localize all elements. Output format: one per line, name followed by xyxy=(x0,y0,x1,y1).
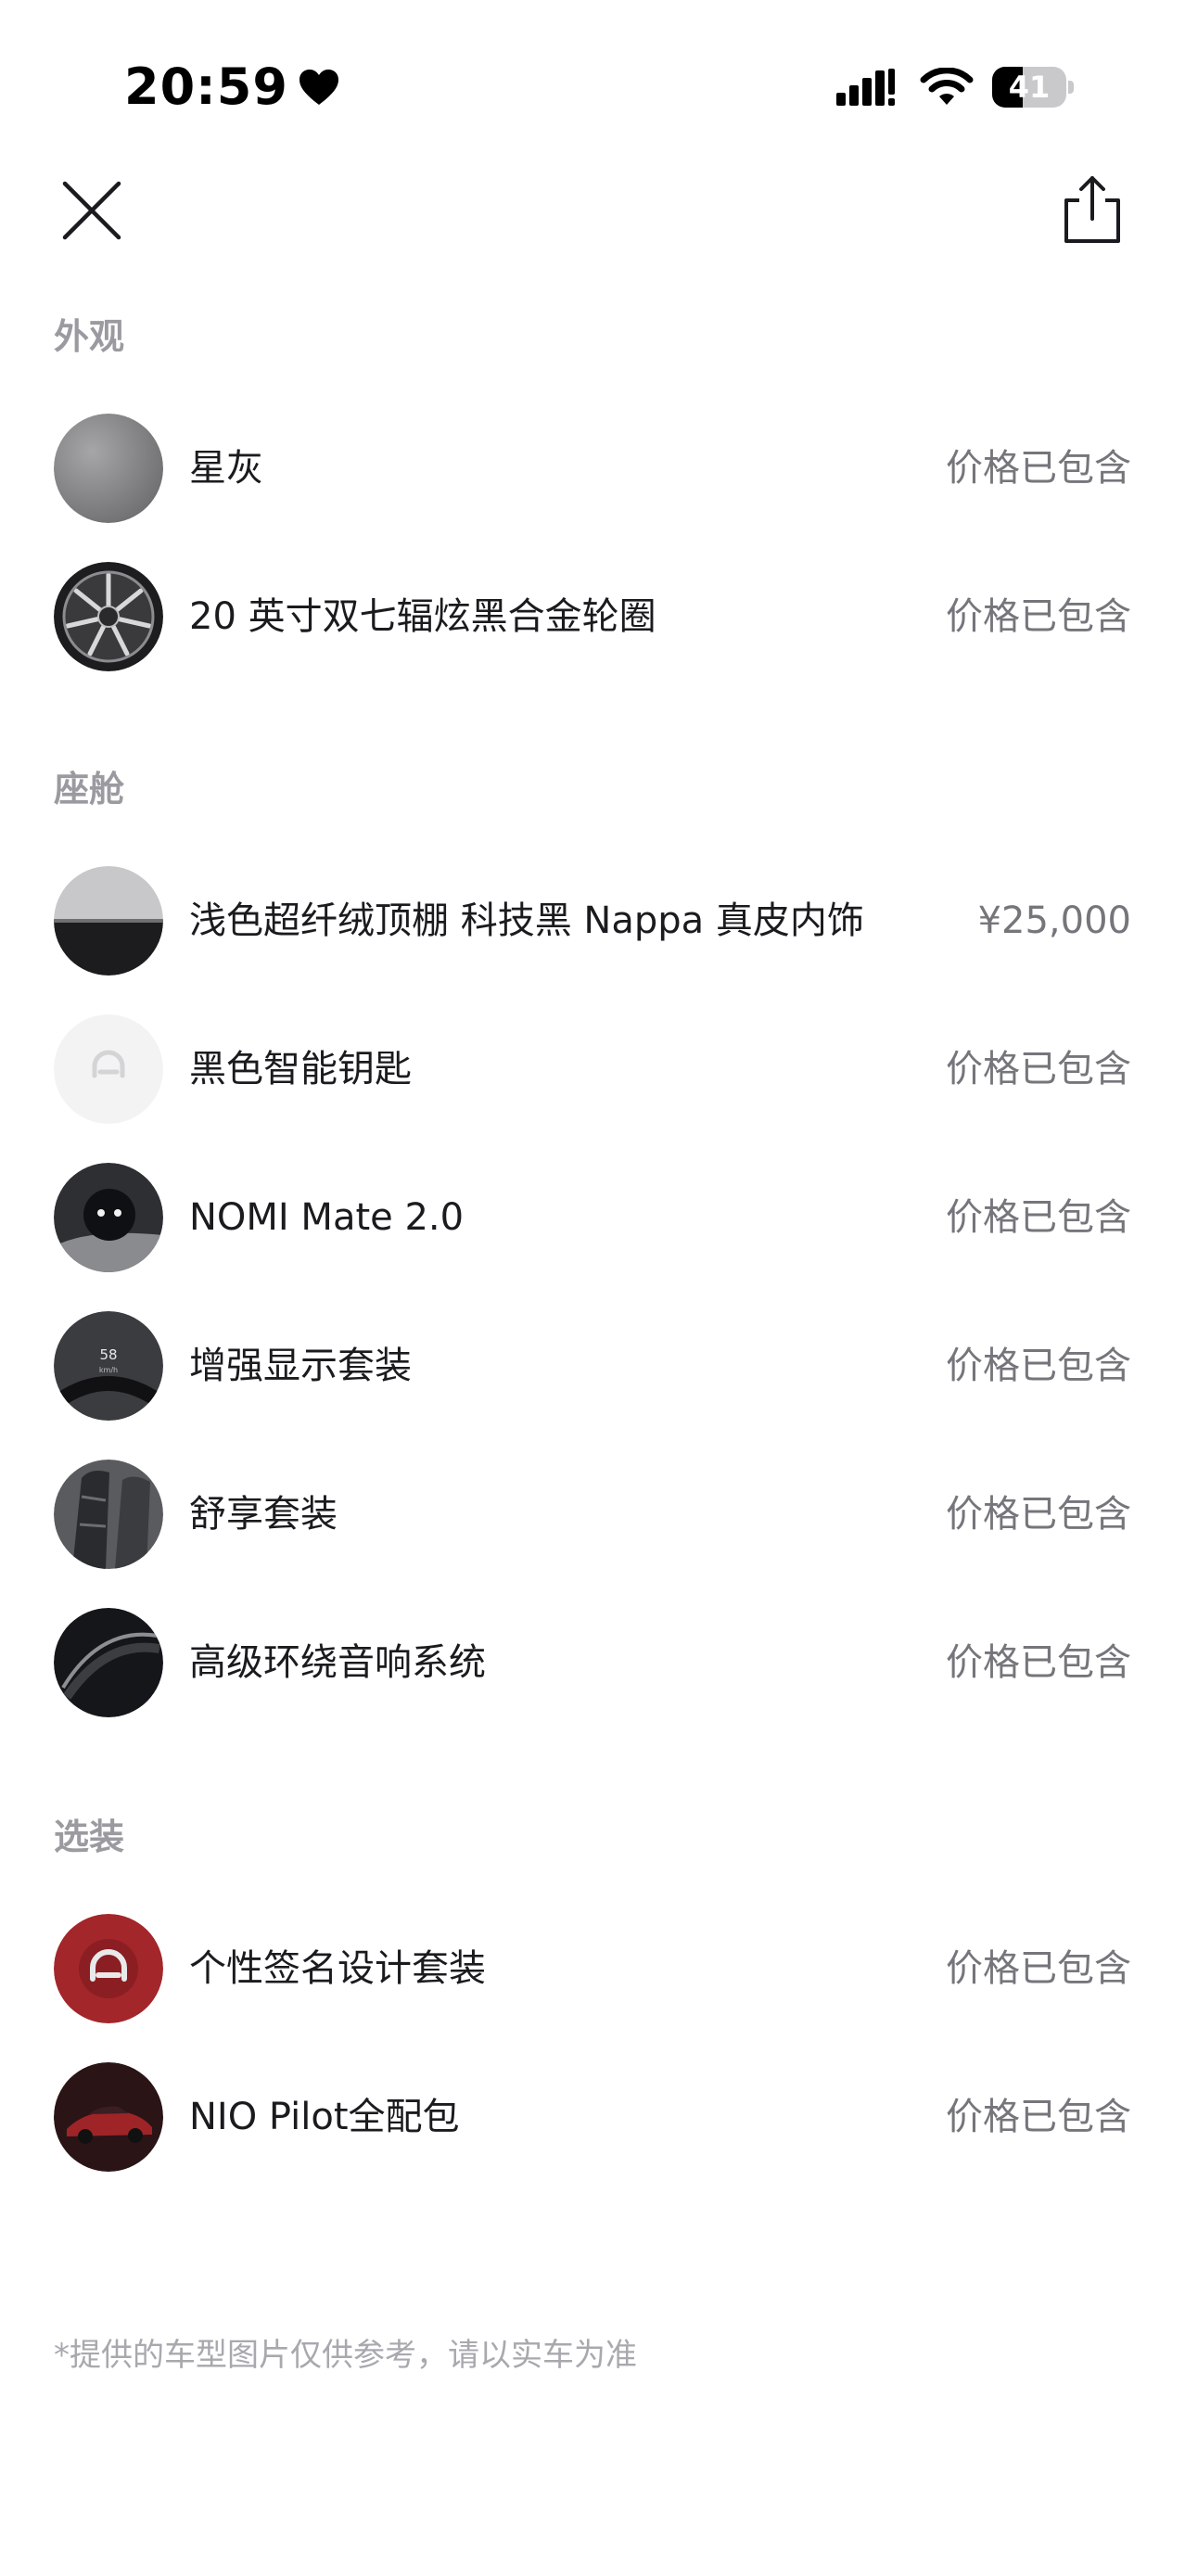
item-price: 价格已包含 xyxy=(946,1947,1131,1990)
wheel-thumbnail xyxy=(54,562,163,671)
heart-icon xyxy=(299,69,338,105)
item-price: 价格已包含 xyxy=(946,447,1131,490)
share-icon xyxy=(1064,176,1120,243)
status-bar: 20:59 41 xyxy=(0,0,1185,167)
smart-key-thumbnail xyxy=(54,1014,163,1124)
battery-level: 41 xyxy=(1008,70,1051,105)
item-price: 价格已包含 xyxy=(946,2096,1131,2138)
item-price: 价格已包含 xyxy=(946,595,1131,638)
item-label: 20 英寸双七辐炫黑合金轮圈 xyxy=(189,595,656,638)
list-item-nio-pilot[interactable]: NIO Pilot全配包 价格已包含 xyxy=(54,2062,1131,2172)
list-item-interior[interactable]: 浅色超纤绒顶棚 科技黑 Nappa 真皮内饰 ¥25,000 xyxy=(54,866,1131,976)
hud-speed-text: 58 xyxy=(99,1346,117,1363)
list-item-enhanced-display[interactable]: 58 km/h 增强显示套装 价格已包含 xyxy=(54,1311,1131,1421)
nomi-thumbnail xyxy=(54,1163,163,1272)
item-label: 黑色智能钥匙 xyxy=(189,1048,412,1090)
battery-icon: 41 xyxy=(992,67,1074,108)
list-item-comfort-package[interactable]: 舒享套装 价格已包含 xyxy=(54,1460,1131,1569)
item-label: 增强显示套装 xyxy=(189,1345,412,1387)
item-label: 个性签名设计套装 xyxy=(189,1947,486,1990)
item-label: 高级环绕音响系统 xyxy=(189,1641,486,1684)
audio-thumbnail xyxy=(54,1608,163,1717)
item-price: 价格已包含 xyxy=(946,1493,1131,1536)
item-label: NIO Pilot全配包 xyxy=(189,2096,460,2138)
item-price: ¥25,000 xyxy=(977,899,1131,942)
car-thumbnail xyxy=(54,2062,163,2172)
hud-unit-text: km/h xyxy=(99,1366,118,1374)
section-title-options: 选装 xyxy=(54,1817,125,1857)
item-price: 价格已包含 xyxy=(946,1196,1131,1239)
list-item-wheels[interactable]: 20 英寸双七辐炫黑合金轮圈 价格已包含 xyxy=(54,562,1131,671)
time-text: 20:59 xyxy=(124,57,288,116)
seat-thumbnail xyxy=(54,1460,163,1569)
status-icons: 41 xyxy=(836,65,1074,109)
item-label: 浅色超纤绒顶棚 科技黑 Nappa 真皮内饰 xyxy=(189,899,864,942)
list-item-signature-package[interactable]: 个性签名设计套装 价格已包含 xyxy=(54,1914,1131,2023)
status-time: 20:59 xyxy=(124,57,340,116)
item-price: 价格已包含 xyxy=(946,1641,1131,1684)
close-icon xyxy=(62,181,121,240)
color-swatch-thumbnail xyxy=(54,414,163,523)
signature-badge-thumbnail xyxy=(54,1914,163,2023)
wifi-icon xyxy=(920,68,974,105)
section-title-cabin: 座舱 xyxy=(54,769,125,810)
list-item-surround-audio[interactable]: 高级环绕音响系统 价格已包含 xyxy=(54,1608,1131,1717)
item-price: 价格已包含 xyxy=(946,1345,1131,1387)
item-label: 星灰 xyxy=(189,447,263,490)
item-label: 舒享套装 xyxy=(189,1493,338,1536)
list-item-nomi-mate[interactable]: NOMI Mate 2.0 价格已包含 xyxy=(54,1163,1131,1272)
list-item-star-grey[interactable]: 星灰 价格已包含 xyxy=(54,414,1131,523)
list-item-smart-key[interactable]: 黑色智能钥匙 价格已包含 xyxy=(54,1014,1131,1124)
hud-thumbnail: 58 km/h xyxy=(54,1311,163,1421)
item-price: 价格已包含 xyxy=(946,1048,1131,1090)
disclaimer-note: *提供的车型图片仅供参考，请以实车为准 xyxy=(54,2337,637,2374)
item-label: NOMI Mate 2.0 xyxy=(189,1196,465,1239)
section-title-exterior: 外观 xyxy=(54,316,125,357)
share-button[interactable] xyxy=(1057,172,1128,247)
close-button[interactable] xyxy=(57,176,126,245)
cellular-signal-icon xyxy=(836,69,895,106)
interior-swatch-thumbnail xyxy=(54,866,163,976)
